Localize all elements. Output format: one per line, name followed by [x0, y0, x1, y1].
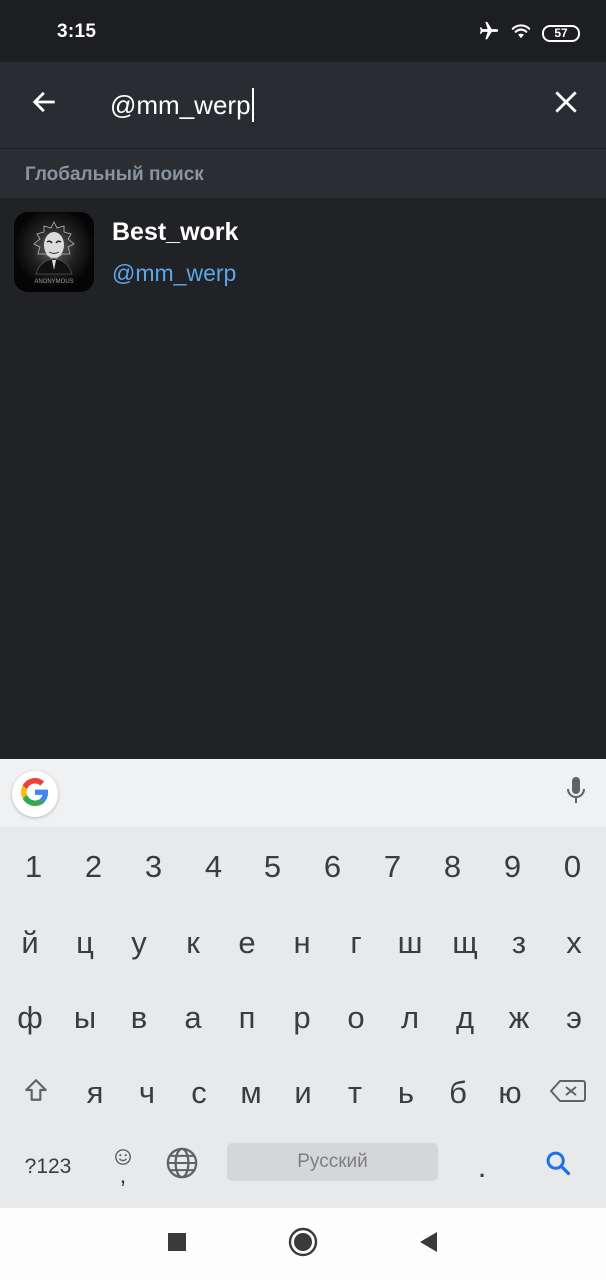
key-letter[interactable]: р	[277, 990, 327, 1046]
period-key[interactable]: .	[458, 1139, 506, 1195]
airplane-icon	[478, 20, 500, 47]
wifi-icon	[510, 21, 532, 46]
key-letter[interactable]: э	[549, 990, 599, 1046]
section-header: Глобальный поиск	[0, 148, 606, 198]
key-0[interactable]: 0	[546, 839, 599, 895]
key-letter[interactable]: п	[222, 990, 272, 1046]
key-letter[interactable]: ы	[60, 990, 110, 1046]
key-letter[interactable]: е	[222, 915, 272, 971]
key-letter[interactable]: д	[440, 990, 490, 1046]
status-bar: 3:15 57	[0, 0, 606, 62]
avatar-label: ANONYMOUS	[34, 279, 73, 285]
key-3[interactable]: 3	[127, 839, 180, 895]
key-letter[interactable]: з	[494, 915, 544, 971]
shift-key[interactable]	[10, 1065, 62, 1121]
key-letter[interactable]: к	[168, 915, 218, 971]
key-letter[interactable]: а	[168, 990, 218, 1046]
home-button[interactable]	[287, 1227, 319, 1262]
key-letter[interactable]: о	[331, 990, 381, 1046]
search-icon	[544, 1149, 572, 1185]
keyboard-bottom-row: ?123 , Русский .	[0, 1139, 606, 1195]
clear-search-button[interactable]	[546, 84, 586, 124]
key-letter[interactable]: у	[114, 915, 164, 971]
arrow-left-icon	[30, 88, 58, 121]
key-letter[interactable]: ф	[5, 990, 55, 1046]
result-username: @mm_werp	[112, 260, 237, 286]
key-7[interactable]: 7	[366, 839, 419, 895]
shift-icon	[23, 1075, 49, 1111]
key-letter[interactable]: с	[174, 1065, 224, 1121]
search-header: @mm_werp	[0, 62, 606, 148]
globe-icon	[165, 1146, 199, 1188]
google-button[interactable]	[12, 771, 58, 817]
key-letter[interactable]: ю	[485, 1065, 535, 1121]
key-letter[interactable]: я	[70, 1065, 120, 1121]
keyboard-row-3: я ч с м и т ь б ю	[0, 1065, 606, 1121]
key-letter[interactable]: х	[549, 915, 599, 971]
key-letter[interactable]: г	[331, 915, 381, 971]
key-letter[interactable]: й	[5, 915, 55, 971]
key-letter[interactable]: ч	[122, 1065, 172, 1121]
avatar: ANONYMOUS	[14, 212, 94, 292]
keyboard-row-2: ф ы в а п р о л д ж э	[0, 990, 606, 1046]
key-letter[interactable]: т	[330, 1065, 380, 1121]
key-5[interactable]: 5	[246, 839, 299, 895]
square-icon	[167, 1232, 187, 1257]
triangle-back-icon	[417, 1230, 439, 1259]
emoji-comma-key[interactable]: ,	[100, 1139, 146, 1195]
status-time: 3:15	[57, 21, 97, 42]
search-query: @mm_werp	[110, 89, 251, 120]
keyboard-number-row: 1 2 3 4 5 6 7 8 9 0	[0, 839, 606, 895]
key-letter[interactable]: ш	[385, 915, 435, 971]
keyboard-toolbar	[0, 759, 606, 827]
key-letter[interactable]: л	[385, 990, 435, 1046]
search-key[interactable]	[532, 1139, 584, 1195]
key-letter[interactable]: ь	[381, 1065, 431, 1121]
key-6[interactable]: 6	[306, 839, 359, 895]
key-letter[interactable]: н	[277, 915, 327, 971]
backspace-key[interactable]	[540, 1065, 596, 1121]
key-letter[interactable]: и	[278, 1065, 328, 1121]
navigation-bar	[0, 1208, 606, 1280]
voice-input-button[interactable]	[564, 776, 588, 811]
key-2[interactable]: 2	[67, 839, 120, 895]
key-letter[interactable]: ж	[494, 990, 544, 1046]
search-result-item[interactable]: ANONYMOUS Best_work @mm_werp	[0, 198, 606, 298]
key-4[interactable]: 4	[187, 839, 240, 895]
key-8[interactable]: 8	[426, 839, 479, 895]
space-key[interactable]: Русский	[227, 1143, 438, 1181]
key-letter[interactable]: в	[114, 990, 164, 1046]
symbols-key[interactable]: ?123	[10, 1139, 86, 1195]
screen: 3:15 57 @mm_werp Глобальный поиск ANONYM…	[0, 0, 606, 1280]
key-letter[interactable]: б	[433, 1065, 483, 1121]
key-letter[interactable]: щ	[440, 915, 490, 971]
key-letter[interactable]: м	[226, 1065, 276, 1121]
back-button[interactable]	[24, 84, 64, 124]
text-caret	[251, 88, 254, 122]
microphone-icon	[565, 776, 587, 811]
recents-button[interactable]	[161, 1228, 193, 1260]
language-key[interactable]	[158, 1139, 206, 1195]
key-9[interactable]: 9	[486, 839, 539, 895]
battery-icon: 57	[542, 24, 580, 42]
key-1[interactable]: 1	[7, 839, 60, 895]
section-title: Глобальный поиск	[25, 164, 204, 185]
result-name: Best_work	[112, 218, 239, 246]
search-input[interactable]: @mm_werp	[110, 84, 510, 126]
google-icon	[21, 777, 49, 811]
key-letter[interactable]: ц	[60, 915, 110, 971]
keyboard: 1 2 3 4 5 6 7 8 9 0 й ц у к е н г ш щ з …	[0, 759, 606, 1208]
comma-label: ,	[119, 1162, 127, 1189]
keyboard-row-1: й ц у к е н г ш щ з х	[0, 915, 606, 971]
home-circle-icon	[288, 1227, 318, 1262]
status-icons: 57	[478, 21, 580, 45]
back-nav-button[interactable]	[412, 1228, 444, 1260]
backspace-icon	[550, 1075, 586, 1111]
close-icon	[553, 89, 579, 120]
